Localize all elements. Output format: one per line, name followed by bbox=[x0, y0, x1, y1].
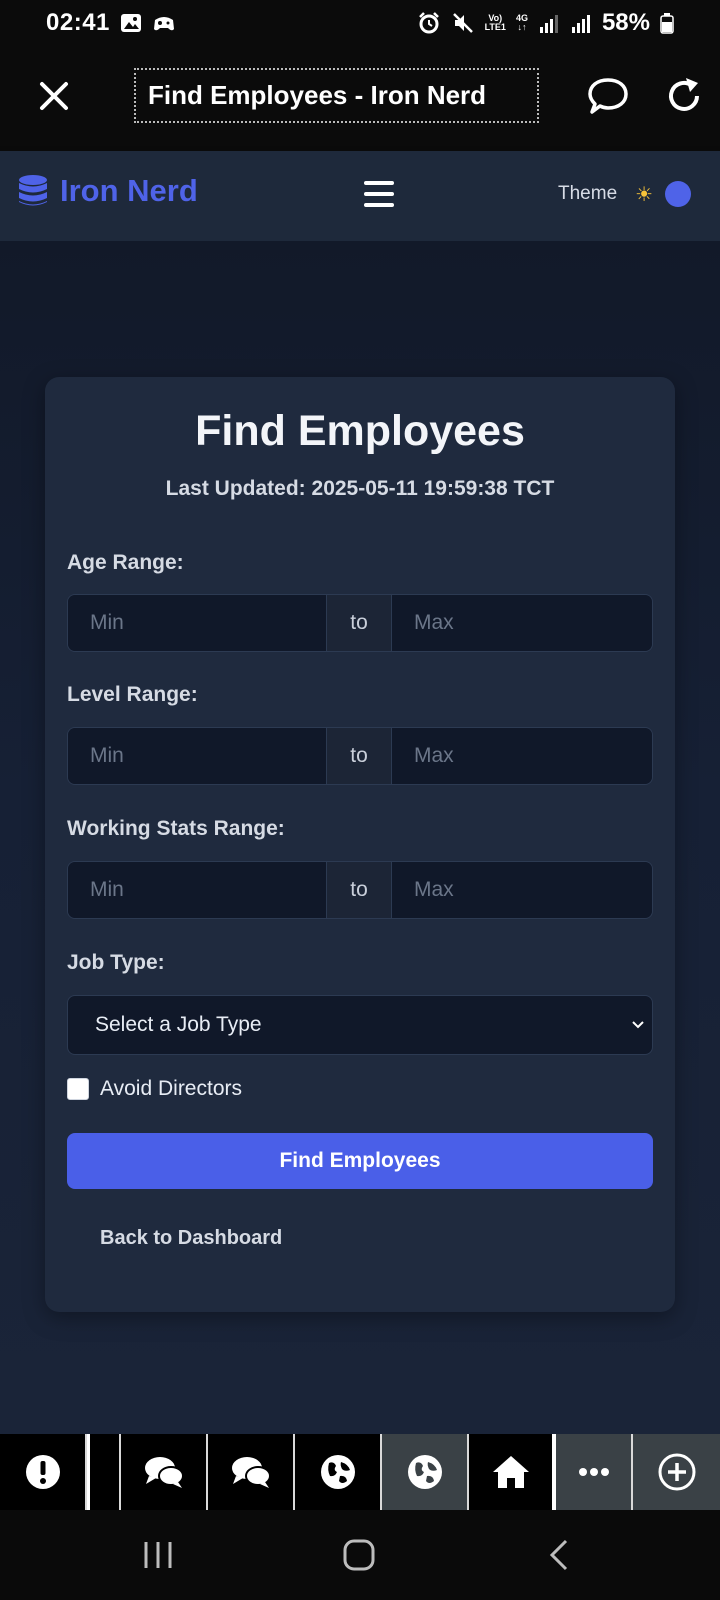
age-range-label: Age Range: bbox=[67, 551, 184, 574]
level-max-input[interactable] bbox=[392, 728, 652, 784]
browser-toolbar: Find Employees - Iron Nerd bbox=[0, 46, 720, 146]
recent-apps-icon[interactable] bbox=[140, 1540, 176, 1570]
reload-icon[interactable] bbox=[664, 74, 704, 118]
level-to-label: to bbox=[326, 728, 392, 784]
last-updated: Last Updated: 2025-05-11 19:59:38 TCT bbox=[165, 477, 555, 500]
signal-icon-2 bbox=[571, 15, 590, 33]
globe-icon bbox=[320, 1455, 355, 1489]
theme-toggle[interactable]: Theme ☀ bbox=[558, 181, 692, 207]
database-icon bbox=[19, 175, 47, 206]
search-card: Find Employees Last Updated: 2025-05-11 … bbox=[45, 377, 675, 1312]
close-icon[interactable] bbox=[34, 76, 74, 116]
gallery-icon bbox=[120, 14, 141, 32]
game-icon bbox=[153, 17, 174, 31]
signal-icon bbox=[539, 15, 558, 33]
chat-icon bbox=[231, 1457, 271, 1488]
bottom-app-bar bbox=[0, 1434, 720, 1510]
appbar-item-globe-1[interactable] bbox=[295, 1434, 382, 1510]
site-navbar: Iron Nerd Theme ☀ bbox=[0, 151, 720, 241]
network-type: 4G ↓↑ bbox=[515, 13, 528, 32]
age-max-input[interactable] bbox=[392, 595, 652, 651]
appbar-divider-item bbox=[87, 1434, 121, 1510]
back-icon[interactable] bbox=[548, 1538, 570, 1572]
appbar-item-alert[interactable] bbox=[0, 1434, 87, 1510]
job-type-label: Job Type: bbox=[67, 951, 165, 974]
job-type-select[interactable]: Select a Job Type bbox=[67, 995, 653, 1055]
avoid-directors-row[interactable]: Avoid Directors bbox=[67, 1077, 242, 1101]
avoid-directors-label: Avoid Directors bbox=[100, 1077, 242, 1100]
age-to-label: to bbox=[326, 595, 392, 651]
chat-icon bbox=[144, 1457, 184, 1488]
appbar-item-home[interactable] bbox=[469, 1434, 556, 1510]
appbar-item-globe-2[interactable] bbox=[382, 1434, 469, 1510]
brand-name: Iron Nerd bbox=[60, 173, 198, 208]
age-min-input[interactable] bbox=[68, 595, 326, 651]
status-time: 02:41 bbox=[46, 9, 110, 36]
more-icon bbox=[578, 1468, 609, 1476]
theme-switch-knob[interactable] bbox=[665, 181, 692, 207]
job-type-value: Select a Job Type bbox=[95, 1013, 262, 1036]
theme-label: Theme bbox=[558, 183, 618, 204]
level-range-group: to bbox=[67, 727, 653, 785]
home-icon bbox=[492, 1456, 529, 1488]
working-stats-group: to bbox=[67, 861, 653, 919]
chat-bubble-icon[interactable] bbox=[586, 74, 630, 118]
web-page: Iron Nerd Theme ☀ Find Employees Last Up… bbox=[0, 151, 720, 1434]
status-bar: 02:41 Vo) LTE1 4G ↓↑ 58% bbox=[0, 0, 720, 46]
appbar-item-chat-1[interactable] bbox=[121, 1434, 208, 1510]
age-range-group: to bbox=[67, 594, 653, 652]
avoid-directors-checkbox[interactable] bbox=[67, 1078, 89, 1100]
brand-logo[interactable]: Iron Nerd bbox=[18, 173, 198, 209]
battery-icon bbox=[660, 13, 674, 34]
page-title: Find Employees bbox=[195, 407, 525, 455]
back-to-dashboard-link[interactable]: Back to Dashboard bbox=[100, 1227, 282, 1250]
alert-icon bbox=[25, 1455, 60, 1489]
appbar-item-chat-2[interactable] bbox=[208, 1434, 295, 1510]
add-icon bbox=[658, 1453, 695, 1491]
appbar-item-more[interactable] bbox=[556, 1434, 633, 1510]
system-nav-bar bbox=[0, 1510, 720, 1600]
mute-icon bbox=[452, 13, 473, 33]
home-button-icon[interactable] bbox=[342, 1538, 376, 1572]
level-range-label: Level Range: bbox=[67, 683, 198, 706]
browser-title[interactable]: Find Employees - Iron Nerd bbox=[134, 68, 539, 123]
menu-icon[interactable] bbox=[364, 179, 394, 209]
appbar-item-add[interactable] bbox=[633, 1434, 720, 1510]
chevron-down-icon bbox=[632, 1021, 644, 1029]
level-min-input[interactable] bbox=[68, 728, 326, 784]
working-min-input[interactable] bbox=[68, 862, 326, 918]
working-stats-label: Working Stats Range: bbox=[67, 817, 285, 840]
sun-icon: ☀ bbox=[635, 183, 654, 206]
battery-percent: 58% bbox=[601, 9, 650, 36]
network-label: Vo) LTE1 bbox=[484, 13, 506, 32]
globe-icon bbox=[407, 1455, 442, 1489]
find-employees-button[interactable]: Find Employees bbox=[67, 1133, 653, 1189]
working-max-input[interactable] bbox=[392, 862, 652, 918]
alarm-icon bbox=[418, 12, 439, 34]
working-to-label: to bbox=[326, 862, 392, 918]
